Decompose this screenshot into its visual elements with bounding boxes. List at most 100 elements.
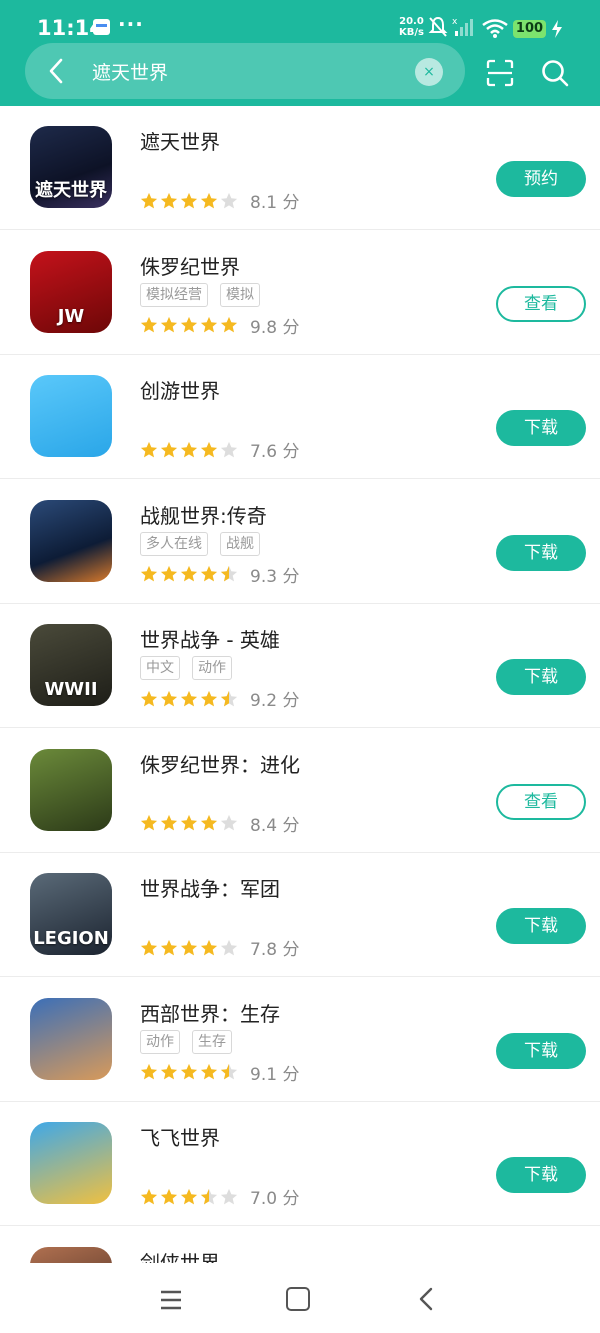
- rating-score: 7.8 分: [250, 940, 300, 960]
- view-button[interactable]: 查看: [496, 783, 586, 820]
- download-button[interactable]: 下载: [496, 410, 586, 446]
- app-result-row[interactable]: 西部世界：生存 动作 生存 9.1 分 下载: [0, 978, 600, 1102]
- app-rating: 9.2 分: [140, 686, 299, 711]
- app-rating: 7.6 分: [140, 437, 299, 462]
- app-icon-logo-text: JW: [57, 305, 85, 327]
- app-tag: 模拟经营: [140, 282, 208, 307]
- app-tag: 生存: [192, 1029, 232, 1054]
- rating-score: 7.0 分: [250, 1189, 300, 1209]
- app-name[interactable]: 剑侠世界: [140, 1247, 220, 1264]
- star-filled-icon: [160, 1063, 178, 1080]
- mute-bell-icon: [428, 16, 448, 37]
- app-rating: 9.8 分: [140, 313, 299, 338]
- app-name[interactable]: 侏罗纪世界：进化: [140, 749, 300, 778]
- wifi-icon: [482, 19, 508, 38]
- system-nav-bar: [0, 1263, 600, 1333]
- jurassic-evolution-icon[interactable]: [30, 748, 112, 831]
- rating-score: 8.1 分: [250, 193, 300, 213]
- reserve-button[interactable]: 预约: [496, 161, 586, 197]
- search-results-list: 遮天世界 遮天世界 8.1 分预约 JW 侏罗纪世界 模拟经营 模拟 9.8 分查看 创游世界 7…: [0, 106, 600, 1263]
- view-button[interactable]: 查看: [496, 285, 586, 322]
- download-button[interactable]: 下载: [496, 908, 586, 944]
- star-filled-icon: [180, 192, 198, 208]
- download-button[interactable]: 下载: [496, 1157, 586, 1193]
- app-rating: 9.3 分: [140, 562, 299, 587]
- jurassic-world-icon[interactable]: JW: [30, 250, 112, 333]
- star-filled-icon: [140, 690, 158, 706]
- star-filled-icon: [200, 192, 218, 208]
- star-filled-icon: [220, 316, 238, 333]
- download-button[interactable]: 下载: [496, 1032, 586, 1069]
- wwii-icon[interactable]: WWII: [30, 624, 112, 706]
- app-name[interactable]: 创游世界: [140, 375, 220, 404]
- star-filled-icon: [140, 1063, 158, 1080]
- star-filled-icon: [180, 690, 198, 706]
- star-half-icon: [220, 565, 238, 582]
- app-result-row[interactable]: 战舰世界:传奇 多人在线 战舰 9.3 分 下载: [0, 480, 600, 604]
- cellular-signal-icon: x: [452, 17, 473, 36]
- app-tag: 动作: [192, 656, 232, 680]
- download-button[interactable]: 下载: [496, 659, 586, 695]
- search-icon[interactable]: [540, 58, 570, 88]
- app-result-row[interactable]: JW 侏罗纪世界 模拟经营 模拟 9.8 分 查看: [0, 231, 600, 355]
- jianxia-icon[interactable]: [30, 1246, 112, 1263]
- star-filled-icon: [180, 939, 198, 955]
- rating-stars: [140, 690, 238, 708]
- app-header: 11:14 ··· 20.0 KB/s x 100 遮天世界 ×: [0, 0, 600, 106]
- star-filled-icon: [160, 192, 178, 208]
- star-filled-icon: [200, 316, 218, 333]
- rating-score: 9.2 分: [250, 691, 300, 711]
- rating-score: 9.1 分: [250, 1064, 300, 1085]
- star-filled-icon: [140, 814, 158, 831]
- app-rating: 7.0 分: [140, 1184, 299, 1209]
- app-result-row[interactable]: LEGION 世界战争：军团 7.8 分 下载: [0, 853, 600, 977]
- back-arrow-icon[interactable]: [42, 56, 72, 86]
- app-name[interactable]: 世界战争 - 英雄: [140, 624, 280, 653]
- clear-search-icon[interactable]: ×: [415, 58, 443, 86]
- star-empty-icon: [220, 814, 238, 831]
- star-filled-icon: [160, 814, 178, 831]
- svg-text:x: x: [452, 17, 458, 27]
- app-name[interactable]: 飞飞世界: [140, 1122, 220, 1151]
- rating-score: 9.8 分: [250, 317, 300, 338]
- app-result-row[interactable]: 侏罗纪世界：进化 8.4 分 查看: [0, 729, 600, 853]
- app-rating: 7.8 分: [140, 935, 299, 960]
- star-filled-icon: [180, 565, 198, 582]
- app-result-row[interactable]: 剑侠世界: [0, 1227, 600, 1264]
- app-icon-logo-text: 遮天世界: [35, 180, 107, 201]
- star-filled-icon: [180, 1063, 198, 1080]
- notification-app-icon: [93, 19, 110, 35]
- star-half-icon: [200, 1188, 218, 1204]
- rating-score: 9.3 分: [250, 566, 300, 587]
- home-icon[interactable]: [286, 1287, 310, 1311]
- star-filled-icon: [140, 939, 158, 955]
- search-input[interactable]: [92, 56, 402, 86]
- network-speed-unit: KB/s: [399, 27, 424, 38]
- feifei-icon[interactable]: [30, 1122, 112, 1204]
- app-result-row[interactable]: 飞飞世界 7.0 分 下载: [0, 1102, 600, 1226]
- legion-icon[interactable]: LEGION: [30, 873, 112, 955]
- app-name[interactable]: 侏罗纪世界: [140, 251, 240, 280]
- battery-level: 100: [513, 20, 546, 38]
- app-name[interactable]: 西部世界：生存: [140, 998, 280, 1027]
- app-name[interactable]: 遮天世界: [140, 126, 220, 155]
- westworld-icon[interactable]: [30, 997, 112, 1080]
- star-filled-icon: [160, 316, 178, 333]
- app-result-row[interactable]: WWII 世界战争 - 英雄 中文 动作 9.2 分 下载: [0, 604, 600, 728]
- star-half-icon: [220, 1063, 238, 1080]
- star-empty-icon: [220, 192, 238, 208]
- rating-stars: [140, 565, 238, 583]
- scan-icon[interactable]: [485, 58, 515, 88]
- app-name[interactable]: 世界战争：军团: [140, 873, 280, 902]
- nav-back-icon[interactable]: [414, 1286, 440, 1312]
- zhetian-game-icon[interactable]: 遮天世界: [30, 126, 112, 208]
- menu-icon[interactable]: [158, 1287, 184, 1313]
- app-icon-logo-text: LEGION: [33, 928, 109, 949]
- app-result-row[interactable]: 遮天世界 遮天世界 8.1 分预约: [0, 106, 600, 230]
- app-result-row[interactable]: 创游世界 7.6 分 下载: [0, 355, 600, 479]
- app-name[interactable]: 战舰世界:传奇: [140, 500, 267, 529]
- star-empty-icon: [220, 939, 238, 955]
- warships-icon[interactable]: [30, 499, 112, 582]
- download-button[interactable]: 下载: [496, 534, 586, 571]
- chuangyou-icon[interactable]: [30, 375, 112, 457]
